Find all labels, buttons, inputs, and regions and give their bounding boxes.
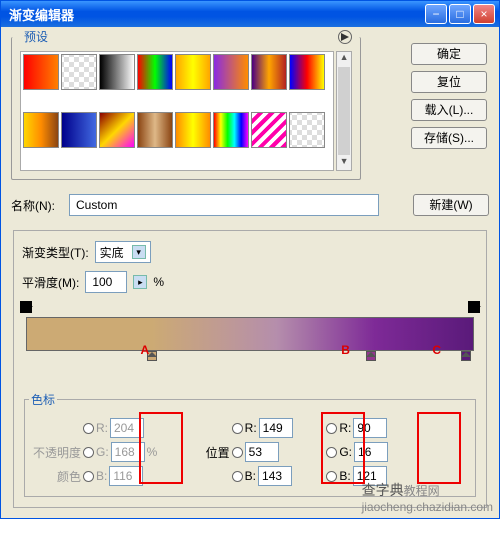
preset-scrollbar[interactable]: ▲ ▼	[336, 51, 352, 171]
smoothness-stepper-icon[interactable]: ▸	[133, 275, 147, 289]
r-b-input[interactable]: 149	[259, 418, 293, 438]
preset-swatch[interactable]	[289, 54, 325, 90]
load-button[interactable]: 载入(L)...	[411, 99, 487, 121]
r-radio-a[interactable]	[83, 423, 94, 434]
b-radio-b[interactable]	[232, 471, 243, 482]
presets-menu-icon[interactable]	[338, 30, 352, 44]
opacity-stop-right[interactable]	[468, 301, 480, 313]
reset-button[interactable]: 复位	[411, 71, 487, 93]
save-button[interactable]: 存储(S)...	[411, 127, 487, 149]
name-input[interactable]: Custom	[69, 194, 379, 216]
color-stop-c[interactable]	[461, 351, 471, 361]
preset-swatch[interactable]	[175, 54, 211, 90]
preset-swatch[interactable]	[23, 54, 59, 90]
gradient-type-select[interactable]: 实底 ▾	[95, 241, 151, 263]
scroll-down-icon[interactable]: ▼	[337, 156, 351, 170]
annotation-c: C	[432, 343, 441, 357]
smoothness-input[interactable]: 100	[85, 271, 127, 293]
preset-swatch[interactable]	[99, 112, 135, 148]
color-stop-b[interactable]	[366, 351, 376, 361]
watermark: 查字典教程网 jiaocheng.chazidian.com	[362, 480, 493, 514]
preset-swatch[interactable]	[251, 54, 287, 90]
r-radio-b[interactable]	[232, 423, 243, 434]
gradient-type-value: 实底	[100, 244, 124, 261]
smoothness-label: 平滑度(M):	[22, 274, 79, 291]
opacity-label: 不透明度	[29, 444, 81, 461]
stops-label: 色标	[29, 391, 57, 408]
chevron-down-icon: ▾	[132, 245, 146, 259]
annotation-a: A	[141, 343, 150, 357]
gradient-type-label: 渐变类型(T):	[22, 244, 89, 261]
gradient-panel: 渐变类型(T): 实底 ▾ 平滑度(M): 100 ▸ %	[13, 230, 487, 508]
b-b-input[interactable]: 143	[258, 466, 292, 486]
preset-swatches	[20, 51, 334, 171]
scroll-up-icon[interactable]: ▲	[337, 52, 351, 66]
preset-swatch[interactable]	[23, 112, 59, 148]
preset-swatch[interactable]	[99, 54, 135, 90]
g-radio-a[interactable]	[83, 447, 94, 458]
color-label: 颜色	[29, 468, 81, 485]
annotation-b: B	[341, 343, 350, 357]
minimize-button[interactable]: −	[425, 4, 447, 24]
close-button[interactable]: ×	[473, 4, 495, 24]
g-b-input[interactable]: 53	[245, 442, 279, 462]
presets-label: 预设	[20, 28, 52, 45]
name-label: 名称(N):	[11, 197, 61, 214]
preset-swatch[interactable]	[61, 112, 97, 148]
preset-swatch[interactable]	[137, 112, 173, 148]
highlight-box-b	[321, 412, 365, 484]
maximize-button[interactable]: □	[449, 4, 471, 24]
preset-swatch[interactable]	[137, 54, 173, 90]
titlebar[interactable]: 渐变编辑器 − □ ×	[1, 1, 499, 27]
highlight-box-a	[139, 412, 183, 484]
ok-button[interactable]: 确定	[411, 43, 487, 65]
preset-swatch[interactable]	[175, 112, 211, 148]
preset-swatch[interactable]	[213, 112, 249, 148]
preset-swatch[interactable]	[61, 54, 97, 90]
highlight-box-c	[417, 412, 461, 484]
b-radio-a[interactable]	[83, 471, 94, 482]
percent-label: %	[153, 275, 164, 289]
preset-swatch[interactable]	[289, 112, 325, 148]
gradient-bar[interactable]	[26, 317, 474, 351]
preset-swatch[interactable]	[213, 54, 249, 90]
presets-group: 预设 ▲ ▼	[11, 37, 361, 180]
new-button[interactable]: 新建(W)	[413, 194, 489, 216]
scroll-thumb[interactable]	[338, 67, 350, 155]
location-label: 位置	[178, 444, 230, 461]
window-title: 渐变编辑器	[5, 5, 423, 24]
g-radio-b[interactable]	[232, 447, 243, 458]
preset-swatch[interactable]	[251, 112, 287, 148]
opacity-stop-left[interactable]	[20, 301, 32, 313]
